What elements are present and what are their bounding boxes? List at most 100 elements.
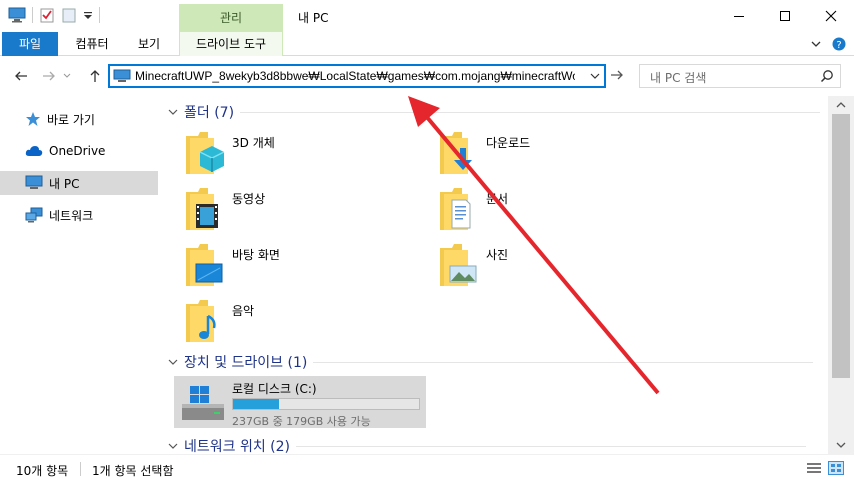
address-history-button[interactable] — [589, 69, 601, 86]
arrow-right-icon — [43, 71, 55, 81]
ribbon-controls: ? — [810, 37, 846, 51]
chevron-down-icon — [168, 359, 178, 365]
nav-item-onedrive[interactable]: OneDrive — [0, 139, 158, 163]
search-box[interactable]: 내 PC 검색 — [639, 64, 841, 88]
recent-locations-button[interactable] — [60, 66, 74, 86]
toolbar-separator — [99, 7, 100, 23]
nav-item-quick-access[interactable]: 바로 가기 — [0, 107, 158, 131]
chevron-down-icon — [168, 109, 178, 115]
properties-icon[interactable] — [39, 7, 55, 23]
videos-folder-icon — [186, 188, 218, 230]
toolbar-separator — [32, 7, 33, 23]
address-bar[interactable]: MinecraftUWP_8wekyb3d8bbwe₩LocalState₩ga… — [108, 64, 606, 88]
folder-item-3d-objects[interactable]: 3D 개체 — [178, 130, 418, 180]
cloud-icon — [25, 146, 43, 156]
new-folder-icon[interactable] — [61, 7, 77, 23]
group-divider — [313, 361, 814, 363]
go-button[interactable] — [610, 69, 624, 84]
large-icons-view-icon[interactable] — [828, 461, 844, 475]
tab-drive-tools[interactable]: 드라이브 도구 — [179, 32, 283, 56]
group-title: 네트워크 위치 (2) — [184, 439, 291, 454]
pictures-folder-icon — [440, 244, 477, 286]
status-bar: 10개 항목 1개 항목 선택함 — [0, 454, 854, 482]
tab-computer[interactable]: 컴퓨터 — [64, 32, 120, 56]
status-divider — [80, 462, 81, 476]
title-bar: 관리 내 PC — [0, 0, 854, 32]
navigation-pane: 바로 가기 OneDrive 내 PC 네트워크 — [0, 96, 164, 454]
minimize-button[interactable] — [716, 0, 762, 32]
star-icon — [26, 112, 40, 126]
network-icon — [25, 207, 43, 223]
svg-text:?: ? — [836, 40, 841, 51]
folder-label: 음악 — [232, 304, 255, 318]
back-button[interactable] — [10, 66, 32, 86]
item-count: 10개 항목 — [16, 464, 69, 478]
group-title: 폴더 (7) — [184, 105, 235, 121]
drive-name: 로컬 디스크 (C:) — [232, 382, 317, 396]
quick-access-toolbar — [8, 7, 100, 23]
folder-label: 바탕 화면 — [232, 248, 280, 262]
computer-icon — [25, 175, 43, 189]
folder-item-videos[interactable]: 동영상 — [178, 186, 418, 236]
arrow-right-icon — [611, 70, 623, 80]
selection-count: 1개 항목 선택함 — [92, 464, 174, 478]
folder-label: 다운로드 — [486, 136, 531, 150]
details-view-icon[interactable] — [806, 461, 822, 475]
address-row: MinecraftUWP_8wekyb3d8bbwe₩LocalState₩ga… — [0, 56, 854, 96]
local-disk-icon — [182, 386, 224, 420]
tab-view[interactable]: 보기 — [124, 32, 174, 56]
nav-item-label: 내 PC — [49, 176, 80, 191]
folder-item-documents[interactable]: 문서 — [432, 186, 672, 236]
scroll-down-icon[interactable] — [836, 441, 846, 449]
folder-label: 사진 — [486, 248, 509, 262]
folder-label: 문서 — [486, 192, 509, 206]
help-icon[interactable]: ? — [832, 37, 846, 51]
chevron-down-icon — [590, 73, 600, 79]
folder-item-desktop[interactable]: 바탕 화면 — [178, 242, 418, 292]
close-icon — [825, 10, 837, 22]
folder-item-pictures[interactable]: 사진 — [432, 242, 672, 292]
maximize-button[interactable] — [762, 0, 808, 32]
documents-folder-icon — [440, 188, 471, 230]
forward-button[interactable] — [38, 66, 60, 86]
drive-item-c[interactable]: 로컬 디스크 (C:) 237GB 중 179GB 사용 가능 — [174, 376, 426, 428]
up-button[interactable] — [84, 66, 106, 86]
3d-objects-folder-icon — [186, 132, 225, 174]
scroll-up-icon[interactable] — [836, 101, 846, 109]
search-icon — [820, 69, 834, 86]
folder-item-music[interactable]: 음악 — [178, 298, 418, 348]
nav-item-this-pc[interactable]: 내 PC — [0, 171, 158, 195]
group-title: 장치 및 드라이브 (1) — [184, 355, 308, 371]
ribbon: 파일 컴퓨터 보기 드라이브 도구 ? — [0, 32, 854, 56]
drive-free-space: 237GB 중 179GB 사용 가능 — [232, 415, 371, 428]
nav-item-label: 네트워크 — [49, 208, 94, 223]
chevron-down-icon — [168, 443, 178, 449]
downloads-folder-icon — [440, 132, 472, 174]
close-button[interactable] — [808, 0, 854, 32]
nav-item-network[interactable]: 네트워크 — [0, 203, 158, 227]
minimize-icon — [734, 16, 744, 17]
search-placeholder: 내 PC 검색 — [650, 71, 707, 85]
scrollbar-thumb[interactable] — [832, 114, 850, 378]
customize-toolbar-icon[interactable] — [83, 7, 93, 23]
folder-item-downloads[interactable]: 다운로드 — [432, 130, 672, 180]
vertical-scrollbar[interactable] — [828, 96, 854, 454]
group-header-network-locations[interactable]: 네트워크 위치 (2) — [168, 436, 807, 454]
address-path[interactable]: MinecraftUWP_8wekyb3d8bbwe₩LocalState₩ga… — [135, 69, 575, 83]
window-title: 내 PC — [298, 11, 329, 25]
group-header-folders[interactable]: 폴더 (7) — [168, 102, 821, 122]
tab-file[interactable]: 파일 — [2, 32, 58, 56]
nav-item-label: OneDrive — [49, 144, 106, 158]
arrow-left-icon — [15, 71, 27, 81]
content-pane: 폴더 (7) 3D 개체 다운로드 동영상 문서 바탕 화면 사진 음악 장치 … — [164, 96, 828, 454]
group-divider — [240, 111, 821, 113]
maximize-icon — [780, 11, 790, 21]
expand-ribbon-icon[interactable] — [810, 38, 822, 50]
computer-icon — [113, 69, 131, 82]
drive-usage-fill — [233, 399, 279, 409]
drive-usage-bar — [232, 398, 420, 410]
manage-context-tab[interactable]: 관리 — [179, 4, 283, 32]
group-header-devices[interactable]: 장치 및 드라이브 (1) — [168, 352, 814, 372]
computer-icon[interactable] — [8, 7, 26, 23]
music-folder-icon — [186, 300, 216, 342]
